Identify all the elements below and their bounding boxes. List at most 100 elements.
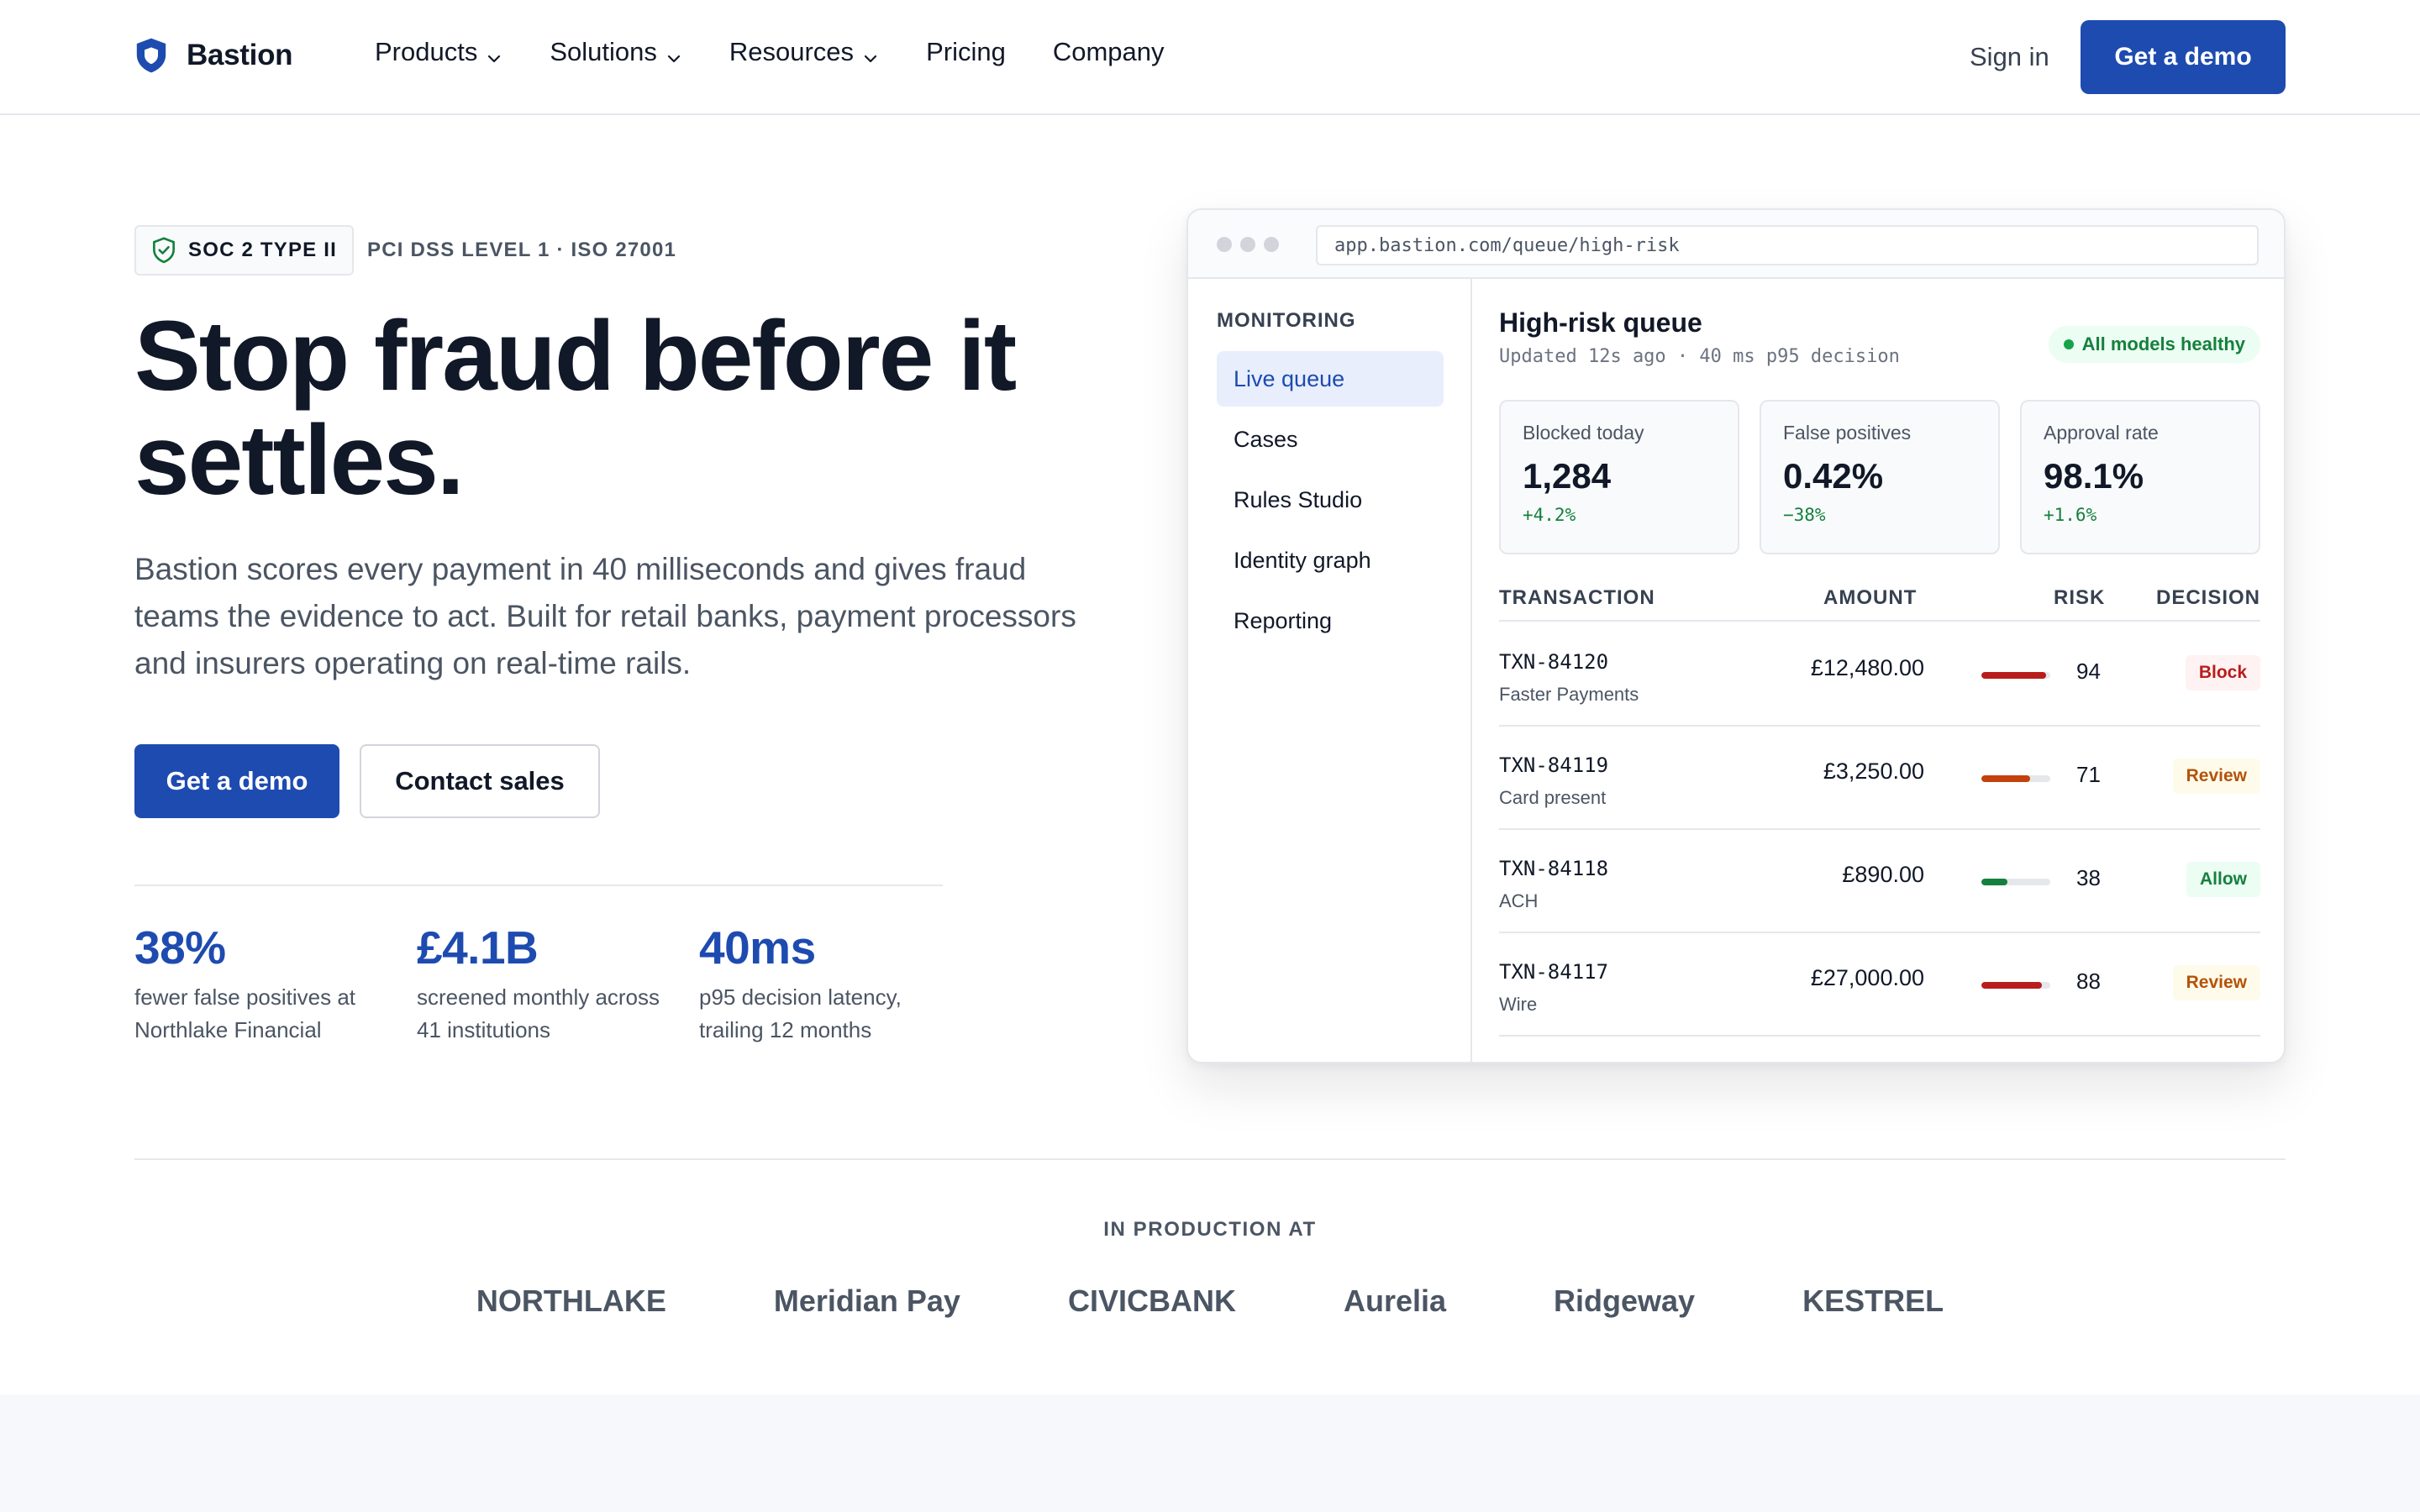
model-status-badge: All models healthy (2048, 326, 2260, 363)
nav-link-company[interactable]: Company (1053, 37, 1165, 67)
queue-updated-text: Updated 12s ago · 40 ms p95 decision (1499, 346, 1900, 367)
product-screenshot-window: app.bastion.com/queue/high-risk MONITORI… (1186, 208, 2286, 1063)
kpi-cards: Blocked today 1,284 +4.2% False positive… (1499, 400, 2260, 554)
kpi-value: 0.42% (1783, 456, 1884, 496)
compliance-badges: SOC 2 TYPE II PCI DSS LEVEL 1 · ISO 2700… (134, 225, 676, 276)
address-bar: app.bastion.com/queue/high-risk (1316, 225, 2259, 265)
get-demo-button[interactable]: Get a demo (134, 744, 339, 818)
risk-bar-fill (1981, 672, 2047, 679)
brand-name: Bastion (187, 39, 293, 71)
transaction-amount: £12,480.00 (1810, 655, 1924, 680)
status-dot-icon (2063, 339, 2074, 349)
column-header-amount[interactable]: AMOUNT (1823, 586, 1917, 610)
stat-label: p95 decision latency, trailing 12 months (699, 984, 902, 1042)
contact-sales-button[interactable]: Contact sales (360, 744, 600, 818)
table-row[interactable]: TXN-84117 Wire £27,000.00 88 Review (1499, 933, 2260, 1037)
decision-badge[interactable]: Block (2185, 655, 2260, 690)
risk-bar-fill (1981, 775, 2031, 782)
primary-menu: Products Solutions Resources Pricing Company (375, 37, 1212, 67)
nav-link-resources[interactable]: Resources (729, 37, 879, 67)
decision-badge[interactable]: Review (2172, 965, 2260, 1000)
stats-row: 38% fewer false positives at Northlake F… (134, 917, 981, 1047)
table-row[interactable]: TXN-84120 Faster Payments £12,480.00 94 Bloc… (1499, 623, 2260, 727)
transaction-amount: £27,000.00 (1810, 965, 1924, 990)
decision-badge[interactable]: Allow (2186, 862, 2260, 897)
sidebar-item-identity-graph[interactable]: Identity graph (1217, 533, 1444, 588)
risk-score: 71 (2076, 762, 2101, 787)
transaction-id: TXN-84120 (1499, 650, 1609, 674)
model-status-label: All models healthy (2081, 333, 2245, 354)
get-demo-nav-button[interactable]: Get a demo (2081, 20, 2286, 94)
sidebar-item-live-queue[interactable]: Live queue (1217, 351, 1444, 407)
kpi-card: Blocked today 1,284 +4.2% (1499, 400, 1739, 554)
transactions-table: TXN-84120 Faster Payments £12,480.00 94 Bloc… (1499, 623, 2260, 1037)
column-header-transaction[interactable]: TRANSACTION (1499, 586, 1655, 610)
customer-logo-civicbank: CIVICBANK (1067, 1284, 1236, 1318)
divider (134, 1158, 2286, 1160)
kpi-value: 1,284 (1523, 456, 1612, 496)
window-dot (1264, 237, 1279, 252)
decision-badge[interactable]: Review (2172, 759, 2260, 794)
stat-item: £4.1B screened monthly across 41 institu… (417, 917, 699, 1047)
stat-value: 40ms (699, 921, 816, 974)
stat-item: 38% fewer false positives at Northlake F… (134, 917, 417, 1047)
sign-in-link[interactable]: Sign in (1970, 42, 2049, 72)
next-section-background (0, 1394, 2420, 1512)
kpi-delta: +4.2% (1523, 505, 1576, 525)
sidebar-item-cases[interactable]: Cases (1217, 412, 1444, 467)
transaction-amount: £890.00 (1842, 862, 1924, 887)
transaction-type: Wire (1499, 994, 1538, 1015)
nav-link-solutions[interactable]: Solutions (550, 37, 682, 67)
customer-logos: NORTHLAKE Meridian Pay CIVICBANK Aurelia Rid… (0, 1284, 2420, 1319)
sidebar-item-rules-studio[interactable]: Rules Studio (1217, 472, 1444, 528)
stat-label: fewer false positives at Northlake Finan… (134, 984, 356, 1042)
certifications-text: PCI DSS LEVEL 1 · ISO 27001 (366, 239, 677, 261)
chevron-down-icon (666, 44, 682, 63)
shield-check-icon (153, 237, 175, 264)
window-dot (1217, 237, 1232, 252)
risk-score: 94 (2076, 659, 2101, 684)
nav-link-label: Pricing (926, 37, 1006, 66)
chevron-down-icon (486, 44, 502, 63)
nav-link-label: Company (1052, 37, 1165, 66)
table-header: TRANSACTION AMOUNT RISK DECISION (1499, 585, 2260, 622)
top-navigation: Bastion Products Solutions Resources Pricin… (0, 0, 2420, 115)
nav-link-pricing[interactable]: Pricing (926, 37, 1006, 67)
sidebar-heading: MONITORING (1217, 309, 1356, 332)
column-header-risk[interactable]: RISK (2054, 586, 2105, 610)
risk-bar-fill (1981, 879, 2008, 885)
transaction-id: TXN-84118 (1499, 857, 1609, 880)
risk-bar-fill (1981, 982, 2043, 989)
hero-subtitle: Bastion scores every payment in 40 milli… (134, 552, 1076, 680)
column-header-decision[interactable]: DECISION (2156, 586, 2260, 610)
chevron-down-icon (862, 44, 879, 63)
transaction-type: Card present (1499, 787, 1607, 808)
customers-label: IN PRODUCTION AT (1103, 1218, 1317, 1241)
window-controls (1217, 237, 1279, 252)
customer-logo-aurelia: Aurelia (1343, 1284, 1447, 1318)
queue-title: High-risk queue (1499, 307, 1702, 338)
risk-score: 38 (2076, 865, 2101, 890)
hero-cta-group: Get a demo Contact sales (134, 744, 600, 818)
nav-link-label: Products (375, 37, 478, 66)
risk-score: 88 (2076, 969, 2101, 994)
queue-panel: High-risk queue Updated 12s ago · 40 ms … (1474, 279, 2284, 1062)
risk-bar (1981, 775, 2050, 782)
risk-bar (1981, 879, 2050, 885)
shield-icon (134, 37, 168, 74)
brand-logo[interactable]: Bastion (134, 37, 293, 74)
sidebar-menu: Live queue Cases Rules Studio Identity grap… (1217, 351, 1444, 654)
nav-link-label: Solutions (550, 37, 657, 66)
sidebar-item-reporting[interactable]: Reporting (1217, 593, 1444, 648)
kpi-label: False positives (1783, 422, 1912, 444)
transaction-type: ACH (1499, 890, 1539, 911)
table-row[interactable]: TXN-84118 ACH £890.00 38 Allow (1499, 830, 2260, 933)
stat-value: £4.1B (417, 921, 539, 974)
stat-label: screened monthly across 41 institutions (417, 984, 660, 1042)
nav-link-products[interactable]: Products (375, 37, 502, 67)
table-row[interactable]: TXN-84119 Card present £3,250.00 71 Review (1499, 727, 2260, 830)
stat-value: 38% (134, 921, 226, 974)
transaction-id: TXN-84117 (1499, 960, 1609, 984)
divider (134, 885, 943, 886)
transaction-amount: £3,250.00 (1823, 759, 1924, 784)
